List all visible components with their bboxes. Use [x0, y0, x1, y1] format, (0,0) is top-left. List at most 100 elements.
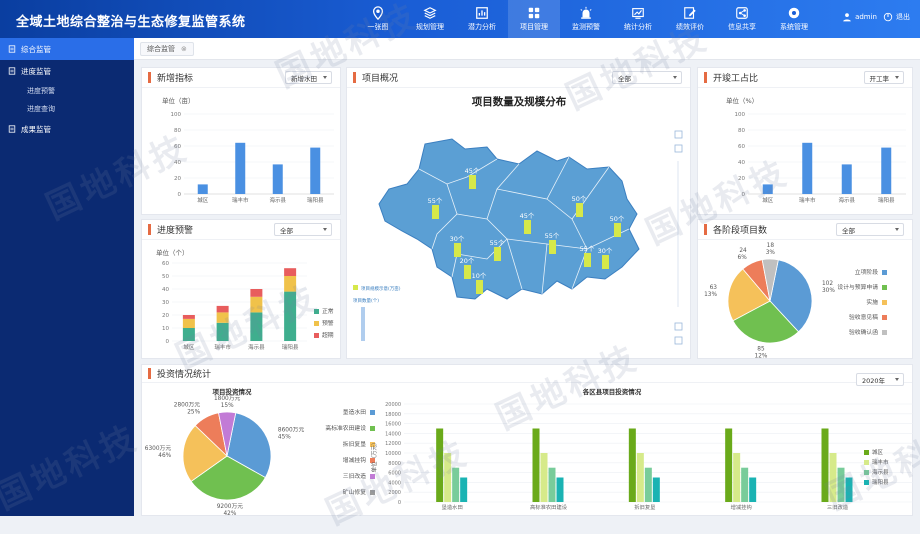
select-stage-projects[interactable]: 全部: [836, 223, 904, 236]
grid-icon: [528, 7, 540, 19]
nav-item-monitor[interactable]: 监测预警: [560, 0, 612, 38]
panel-title: 进度预警: [157, 226, 194, 236]
nav-item-project[interactable]: 项目管理: [508, 0, 560, 38]
x-tick-label: 增减挂钩: [731, 503, 752, 511]
y-tick-label: 60: [162, 261, 169, 267]
x-tick-label: 瑞丰市: [214, 343, 231, 351]
select-project-overview[interactable]: 全部: [612, 71, 682, 84]
map-label: 55个: [545, 232, 560, 240]
edit-icon: [684, 7, 696, 19]
bar: [821, 428, 829, 502]
logout-button[interactable]: 退出: [896, 12, 910, 22]
map-bar: [494, 247, 501, 261]
bar-segment: [284, 276, 297, 292]
map-bar: [602, 255, 609, 269]
bar: [444, 453, 452, 502]
panel-stage-projects: 各阶段项目数 全部 102 30% 85 12% 63 13% 24 6% 18 3% 立项阶段 设计…: [697, 219, 913, 359]
legend-swatch: [314, 321, 319, 326]
bar: [235, 142, 246, 194]
document-icon: [8, 125, 16, 133]
nav-item-map[interactable]: 一张图: [352, 0, 404, 38]
sidebar-subitem-progress-warning[interactable]: 进度预警: [0, 82, 134, 100]
map-bar: [469, 175, 476, 189]
x-tick-label: 海示县: [269, 196, 286, 204]
y-tick-label: 0: [178, 192, 182, 198]
pie-data-label: 42%: [223, 511, 236, 516]
x-tick-label: 三旧改造: [827, 503, 849, 511]
y-tick-label: 0: [166, 339, 170, 345]
bar-segment: [216, 305, 229, 313]
y-axis-label: 单位（个）: [156, 248, 189, 257]
nav-item-potential[interactable]: 潜力分析: [456, 0, 508, 38]
nav-item-evaluation[interactable]: 绩效评价: [664, 0, 716, 38]
select-start-ratio[interactable]: 开工率: [863, 71, 904, 84]
x-tick-label: 高标准农田建设: [530, 503, 568, 511]
panel-title: 开竣工占比: [713, 74, 759, 84]
y-tick-label: 20: [162, 313, 169, 319]
tab-bar: 综合监管 ⊗: [134, 38, 920, 60]
y-tick-label: 6000: [388, 471, 401, 477]
legend-swatch: [882, 270, 887, 275]
y-tick-label: 12000: [385, 441, 401, 447]
sidebar-subitem-progress-query[interactable]: 进度查询: [0, 100, 134, 118]
y-tick-label: 30: [162, 300, 169, 306]
pie-data-label: 102: [822, 281, 833, 287]
sidebar-item-results[interactable]: 成果监管: [0, 118, 134, 140]
nav-item-stats[interactable]: 统计分析: [612, 0, 664, 38]
bar: [452, 467, 460, 502]
x-tick-label: 垦造水田: [442, 503, 463, 511]
pie-data-label: 6%: [738, 255, 748, 261]
panel-project-overview: 项目概况 全部 项目数量及规模分布 45个 55个 45个 50个 50个 55个 30个 55…: [346, 67, 691, 359]
map-label: 45个: [465, 167, 480, 175]
close-icon[interactable]: ⊗: [181, 45, 187, 53]
x-tick-label: 海示县: [248, 343, 265, 351]
map-label: 45个: [520, 212, 535, 220]
legend-label: 矿山修复: [343, 488, 366, 496]
map-bar: [454, 243, 461, 257]
map-bar: [614, 223, 621, 237]
legend-swatch: [882, 315, 887, 320]
x-tick-label: 城区: [197, 197, 209, 204]
bar: [436, 428, 444, 502]
bar: [837, 467, 845, 502]
y-tick-label: 40: [738, 160, 745, 166]
bar: [829, 453, 837, 502]
panel-title: 各阶段项目数: [713, 226, 768, 236]
legend-label: 海示县: [872, 468, 889, 476]
chevron-down-icon: [895, 228, 899, 231]
bar-segment: [216, 312, 229, 323]
legend-swatch: [370, 474, 375, 479]
nav-item-planning[interactable]: 规划管理: [404, 0, 456, 38]
x-tick-label: 瑞阳县: [307, 196, 324, 204]
bar: [652, 477, 660, 502]
top-bar: 全域土地综合整治与生态修复监管系统 一张图 规划管理 潜力分析 项目管理 监测预…: [0, 0, 920, 38]
chart-icon: [632, 8, 644, 19]
bar: [197, 184, 208, 194]
bar-segment: [182, 315, 195, 319]
gear-icon: [788, 7, 800, 19]
y-tick-label: 80: [174, 128, 181, 134]
pie-data-label: 12%: [755, 353, 768, 359]
bar-segment: [216, 322, 229, 341]
bar: [628, 428, 636, 502]
sidebar-item-overview[interactable]: 综合监管: [0, 38, 134, 60]
username[interactable]: admin: [855, 13, 877, 21]
legend-swatch: [370, 490, 375, 495]
nav-item-system[interactable]: 系统管理: [768, 0, 820, 38]
map-label: 30个: [450, 235, 465, 243]
logout-icon[interactable]: [883, 12, 893, 22]
document-icon: [8, 67, 16, 75]
select-progress-warning[interactable]: 全部: [274, 223, 332, 236]
y-tick-label: 100: [171, 112, 182, 118]
document-icon: [8, 45, 16, 53]
sidebar-item-progress[interactable]: 进度监管: [0, 60, 134, 82]
select-new-indicators[interactable]: 新增水田: [285, 71, 332, 84]
bar: [556, 477, 564, 502]
bar: [881, 147, 892, 194]
nav-item-share[interactable]: 信息共享: [716, 0, 768, 38]
tab-overview[interactable]: 综合监管 ⊗: [140, 42, 194, 56]
sidebar: 综合监管 进度监管 进度预警 进度查询 成果监管: [0, 38, 134, 516]
y-tick-label: 20: [738, 176, 745, 182]
y-tick-label: 16000: [385, 422, 401, 428]
y-tick-label: 14000: [385, 431, 401, 437]
